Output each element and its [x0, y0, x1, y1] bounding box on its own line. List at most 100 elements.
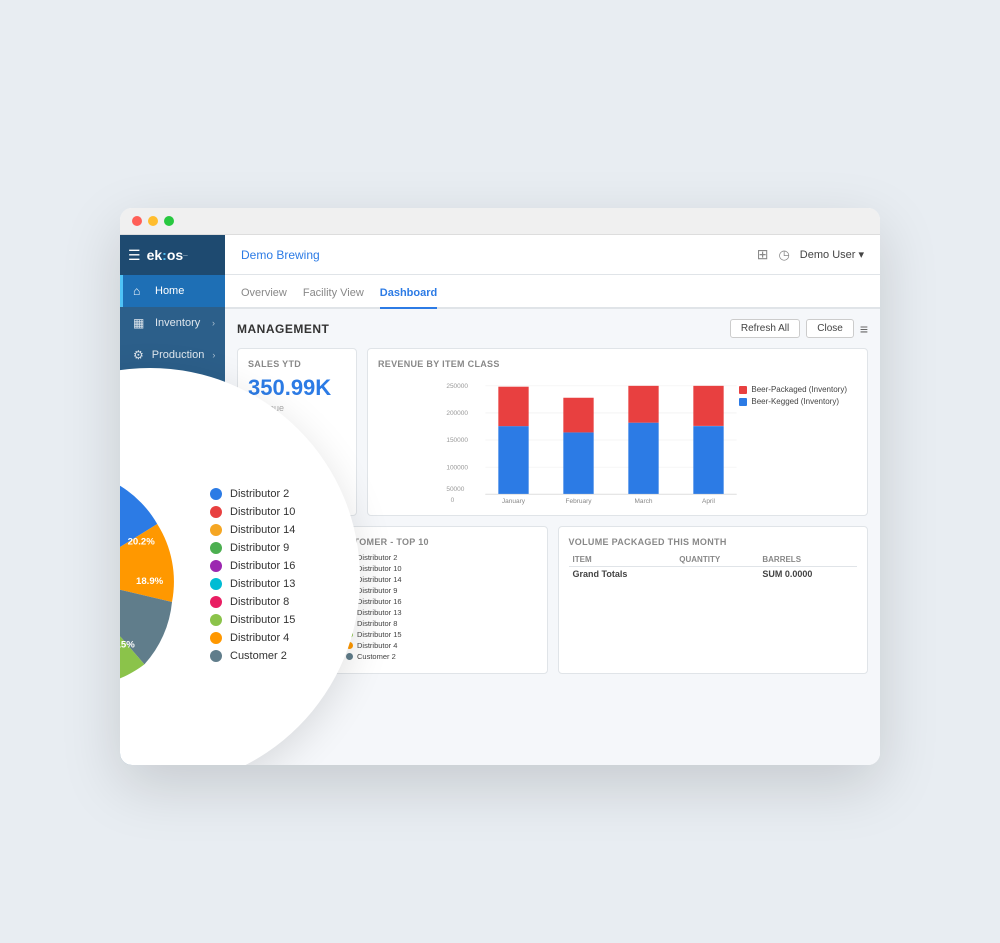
sales-ytd-value: 350.99K: [248, 375, 346, 401]
totals-quantity: [675, 567, 758, 582]
production-icon: ⚙: [133, 348, 144, 362]
sales-ytd-title: SALES YTD: [248, 359, 346, 369]
sidebar-label-inventory: Inventory: [155, 317, 204, 329]
revenue-item-class-widget: REVENUE BY ITEM CLASS 250000 200000 1500…: [367, 348, 868, 516]
sidebar-item-inventory[interactable]: ▦ Inventory ›: [120, 307, 225, 339]
legend-packaged: Beer-Packaged (Inventory): [739, 385, 847, 394]
large-dist10-label: Distributor 10: [230, 506, 295, 518]
large-cust2-label: Customer 2: [230, 650, 287, 662]
tab-facility-view[interactable]: Facility View: [303, 287, 364, 309]
svg-text:250000: 250000: [446, 383, 468, 390]
packaged-color: [739, 386, 747, 394]
company-title: Demo Brewing: [241, 248, 320, 262]
large-legend-dist14: Distributor 14: [210, 524, 350, 536]
bar-chart-legend: Beer-Packaged (Inventory) Beer-Kegged (I…: [739, 385, 847, 409]
chevron-right-icon: ›: [212, 318, 215, 328]
large-dist15-dot: [210, 614, 222, 626]
large-pie-svg: 20.2% 18.9% 15% 11.5% 10% 7.4% 7%: [120, 458, 190, 698]
svg-text:0: 0: [451, 497, 455, 504]
large-legend-dist10: Distributor 10: [210, 506, 350, 518]
svg-text:100000: 100000: [446, 464, 468, 471]
large-dist14-label: Distributor 14: [230, 524, 295, 536]
large-dist2-label: Distributor 2: [230, 488, 289, 500]
volume-packaged-widget: VOLUME PACKAGED THIS MONTH ITEM QUANTITY…: [558, 526, 869, 674]
tab-dashboard[interactable]: Dashboard: [380, 287, 437, 309]
large-dist4-dot: [210, 632, 222, 644]
management-title: MANAGEMENT: [237, 322, 329, 336]
tab-bar: Overview Facility View Dashboard: [225, 275, 880, 309]
large-dist13-label: Distributor 13: [230, 578, 295, 590]
large-dist15-label: Distributor 15: [230, 614, 295, 626]
large-legend-dist4: Distributor 4: [210, 632, 350, 644]
sidebar-label-production: Production: [152, 349, 205, 361]
svg-text:April: April: [702, 498, 716, 505]
large-dist4-label: Distributor 4: [230, 632, 289, 644]
revenue-item-title: REVENUE BY ITEM CLASS: [378, 359, 857, 369]
large-pie-content: 20.2% 18.9% 15% 11.5% 10% 7.4% 7% Distri…: [120, 438, 370, 718]
home-icon: ⌂: [133, 284, 147, 298]
browser-chrome: [120, 208, 880, 235]
tab-overview[interactable]: Overview: [241, 287, 287, 309]
legend-packaged-label: Beer-Packaged (Inventory): [751, 385, 847, 394]
browser-dot-yellow[interactable]: [148, 216, 158, 226]
close-button[interactable]: Close: [806, 319, 854, 338]
svg-text:20.2%: 20.2%: [128, 536, 156, 547]
large-dist16-label: Distributor 16: [230, 560, 295, 572]
hamburger-menu-icon[interactable]: ≡: [860, 321, 868, 337]
svg-text:150000: 150000: [446, 437, 468, 444]
svg-text:March: March: [634, 498, 652, 505]
clock-icon[interactable]: ◷: [778, 247, 789, 263]
sidebar-label-home: Home: [155, 285, 215, 297]
large-legend-dist9: Distributor 9: [210, 542, 350, 554]
browser-window: ☰ ek:os_ ⌂ Home ▦ Inventory › ⚙ Producti…: [120, 208, 880, 765]
volume-title: VOLUME PACKAGED THIS MONTH: [569, 537, 858, 547]
browser-dot-green[interactable]: [164, 216, 174, 226]
large-dist8-dot: [210, 596, 222, 608]
totals-barrels: SUM 0.0000: [758, 567, 857, 582]
legend-kegged-label: Beer-Kegged (Inventory): [751, 397, 839, 406]
svg-text:50000: 50000: [446, 486, 464, 493]
large-dist9-dot: [210, 542, 222, 554]
large-dist10-dot: [210, 506, 222, 518]
hamburger-icon[interactable]: ☰: [128, 247, 141, 264]
large-dist14-dot: [210, 524, 222, 536]
user-menu-button[interactable]: Demo User ▾: [800, 248, 864, 261]
management-bar: MANAGEMENT Refresh All Close ≡: [237, 319, 868, 338]
large-dist16-dot: [210, 560, 222, 572]
app-logo: ek:os_: [147, 247, 188, 263]
col-quantity: QUANTITY: [675, 553, 758, 567]
chevron-right-icon: ›: [212, 350, 215, 360]
large-legend-dist8: Distributor 8: [210, 596, 350, 608]
large-legend-dist2: Distributor 2: [210, 488, 350, 500]
top-bar-actions: ⊞ ◷ Demo User ▾: [757, 246, 864, 263]
bar-chart: 250000 200000 150000 100000 50000 0: [378, 375, 857, 505]
large-pie-legend: Distributor 2 Distributor 10 Distributor…: [210, 488, 350, 668]
svg-text:January: January: [502, 498, 526, 505]
sidebar-header: ☰ ek:os_: [120, 235, 225, 275]
browser-dot-red[interactable]: [132, 216, 142, 226]
volume-table: ITEM QUANTITY BARRELS Grand Totals SUM 0…: [569, 553, 858, 581]
large-legend-dist16: Distributor 16: [210, 560, 350, 572]
large-dist2-dot: [210, 488, 222, 500]
large-dist8-label: Distributor 8: [230, 596, 289, 608]
top-bar: Demo Brewing ⊞ ◷ Demo User ▾: [225, 235, 880, 275]
large-legend-cust2: Customer 2: [210, 650, 350, 662]
large-legend-dist15: Distributor 15: [210, 614, 350, 626]
kegged-color: [739, 398, 747, 406]
management-actions: Refresh All Close ≡: [730, 319, 868, 338]
svg-text:15%: 15%: [120, 640, 135, 651]
sidebar-item-production[interactable]: ⚙ Production ›: [120, 339, 225, 371]
svg-text:18.9%: 18.9%: [136, 576, 164, 587]
totals-row: Grand Totals SUM 0.0000: [569, 567, 858, 582]
svg-text:200000: 200000: [446, 410, 468, 417]
large-legend-dist13: Distributor 13: [210, 578, 350, 590]
inventory-icon: ▦: [133, 316, 147, 330]
col-item: ITEM: [569, 553, 676, 567]
refresh-all-button[interactable]: Refresh All: [730, 319, 800, 338]
svg-text:February: February: [565, 498, 592, 505]
sidebar-item-home[interactable]: ⌂ Home: [120, 275, 225, 307]
large-dist13-dot: [210, 578, 222, 590]
totals-label: Grand Totals: [569, 567, 676, 582]
large-cust2-dot: [210, 650, 222, 662]
grid-view-icon[interactable]: ⊞: [757, 246, 769, 263]
